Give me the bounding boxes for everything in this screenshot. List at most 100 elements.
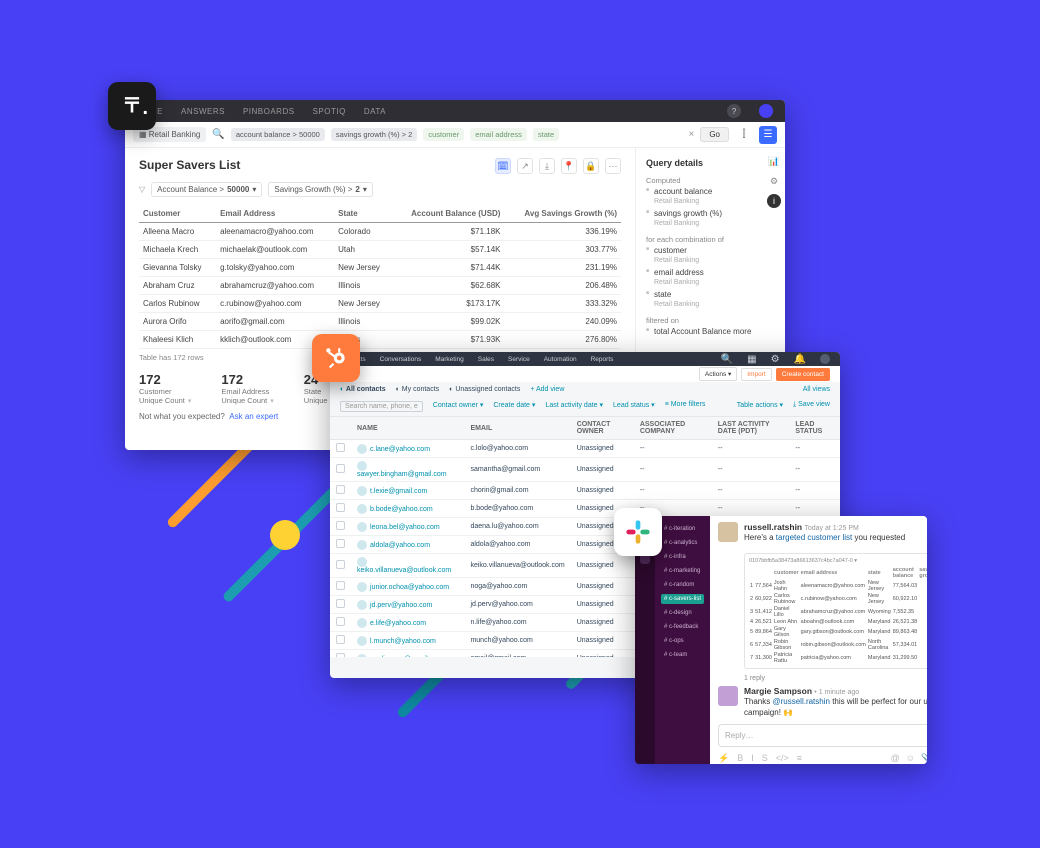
- help-icon[interactable]: ?: [727, 104, 741, 118]
- table-row[interactable]: Abraham Cruzabrahamcruz@yahoo.comIllinoi…: [139, 277, 621, 295]
- contact-name[interactable]: e.life@yahoo.com: [370, 619, 426, 626]
- row-checkbox[interactable]: [336, 653, 345, 657]
- mention[interactable]: @russell.ratshin: [772, 697, 829, 706]
- table-toggle-icon[interactable]: ☰: [759, 126, 777, 144]
- chart-toggle-icon[interactable]: ⫿: [735, 126, 753, 144]
- nav-spotiq[interactable]: SPOTIQ: [313, 107, 346, 116]
- search-icon[interactable]: 🔍: [721, 354, 733, 365]
- row-checkbox[interactable]: [336, 503, 345, 512]
- col-header[interactable]: Email Address: [216, 205, 334, 223]
- row-checkbox[interactable]: [336, 617, 345, 626]
- contact-name[interactable]: b.bode@yahoo.com: [370, 505, 433, 512]
- channel-item[interactable]: # c-random: [661, 580, 704, 590]
- contact-name[interactable]: junior.ochoa@yahoo.com: [370, 583, 449, 590]
- bold-icon[interactable]: B: [737, 753, 743, 764]
- col-header[interactable]: NAME: [351, 417, 464, 440]
- contact-name[interactable]: t.lexie@gmail.com: [370, 487, 427, 494]
- create-contact-button[interactable]: Create contact: [776, 368, 830, 381]
- avatar[interactable]: [718, 522, 738, 542]
- channel-item[interactable]: # c-savers-list: [661, 594, 704, 604]
- channel-item[interactable]: # c-analytics: [661, 538, 704, 548]
- hs-nav[interactable]: Service: [508, 356, 530, 363]
- row-checkbox[interactable]: [336, 599, 345, 608]
- table-row[interactable]: Aurora Orifoaorifo@gmail.comIllinois$99.…: [139, 313, 621, 331]
- row-checkbox[interactable]: [336, 560, 345, 569]
- search-token[interactable]: email address: [470, 128, 527, 141]
- table-row[interactable]: Gievanna Tolskyg.tolsky@yahoo.comNew Jer…: [139, 259, 621, 277]
- thread-count[interactable]: 1 reply: [744, 675, 927, 682]
- table-row[interactable]: c.lane@yahoo.comc.lolo@yahoo.comUnassign…: [330, 440, 840, 458]
- mention-icon[interactable]: @: [891, 753, 900, 764]
- table-row[interactable]: Michaela Krechmichaelak@outlook.comUtah$…: [139, 241, 621, 259]
- channel-item[interactable]: # c-marketing: [661, 566, 704, 576]
- chart-icon[interactable]: 📊: [767, 154, 781, 168]
- all-views-link[interactable]: All views: [803, 386, 830, 393]
- gear-icon[interactable]: ⚙: [767, 174, 781, 188]
- hs-nav[interactable]: Reports: [591, 356, 614, 363]
- list-icon[interactable]: ≡: [797, 753, 802, 764]
- settings-icon[interactable]: ⚙: [771, 354, 780, 365]
- emoji-icon[interactable]: ☺: [906, 753, 915, 764]
- ask-expert-link[interactable]: Ask an expert: [229, 412, 278, 421]
- col-header[interactable]: EMAIL: [464, 417, 570, 440]
- col-header[interactable]: Account Balance (USD): [392, 205, 505, 223]
- import-button[interactable]: Import: [741, 368, 771, 381]
- more-icon[interactable]: ⋯: [605, 158, 621, 174]
- col-header[interactable]: CONTACT OWNER: [571, 417, 634, 440]
- tab-unassigned[interactable]: ◐ Unassigned contacts: [449, 386, 520, 393]
- table-row[interactable]: Alleena Macroaleenamacro@yahoo.comColora…: [139, 223, 621, 241]
- pin-icon[interactable]: 📍: [561, 158, 577, 174]
- filter-chip[interactable]: Account Balance > 50000 ▾: [151, 182, 262, 197]
- table-row[interactable]: Carlos Rubinowc.rubinow@yahoo.comNew Jer…: [139, 295, 621, 313]
- filter-contact-owner[interactable]: Contact owner ▾: [433, 401, 484, 412]
- search-token[interactable]: state: [533, 128, 559, 141]
- funnel-icon[interactable]: ▽: [139, 185, 145, 194]
- row-checkbox[interactable]: [336, 581, 345, 590]
- contact-name[interactable]: sawyer.bingham@gmail.com: [357, 471, 447, 478]
- info-icon[interactable]: i: [767, 194, 781, 208]
- col-header[interactable]: [330, 417, 351, 440]
- clear-search-icon[interactable]: ×: [688, 129, 694, 140]
- actions-button[interactable]: Actions ▾: [699, 367, 737, 381]
- stat-card[interactable]: 172Email AddressUnique Count▾: [221, 372, 273, 406]
- embedded-table[interactable]: 0107bbfb5a38473a86613637c4bc7a047-0 ▾ cu…: [744, 553, 927, 669]
- tab-all-contacts[interactable]: ◐ All contacts: [340, 386, 386, 393]
- col-header[interactable]: State: [334, 205, 392, 223]
- more-filters[interactable]: ≡ More filters: [665, 401, 706, 412]
- go-button[interactable]: Go: [700, 127, 729, 142]
- channel-item[interactable]: # c-team: [661, 650, 704, 660]
- customer-list-link[interactable]: targeted customer list: [776, 533, 852, 542]
- col-header[interactable]: LAST ACTIVITY DATE (PDT): [712, 417, 790, 440]
- col-header[interactable]: Customer: [139, 205, 216, 223]
- stat-card[interactable]: 172CustomerUnique Count▾: [139, 372, 191, 406]
- nav-data[interactable]: DATA: [364, 107, 386, 116]
- row-checkbox[interactable]: [336, 521, 345, 530]
- search-token[interactable]: customer: [423, 128, 464, 141]
- contact-name[interactable]: appling.mz@gmail.com: [370, 655, 443, 657]
- nav-answers[interactable]: ANSWERS: [181, 107, 225, 116]
- row-checkbox[interactable]: [336, 635, 345, 644]
- contact-name[interactable]: l.munch@yahoo.com: [370, 637, 436, 644]
- row-checkbox[interactable]: [336, 464, 345, 473]
- filter-last-activity[interactable]: Last activity date ▾: [545, 401, 603, 412]
- table-actions[interactable]: Table actions ▾: [737, 401, 783, 412]
- download-icon[interactable]: ⤓: [539, 158, 555, 174]
- contact-name[interactable]: jd.perv@yahoo.com: [370, 601, 432, 608]
- reply-input[interactable]: Reply…: [718, 724, 927, 747]
- channel-item[interactable]: # c-infra: [661, 552, 704, 562]
- code-icon[interactable]: </>: [776, 753, 789, 764]
- attach-icon[interactable]: 📎: [921, 753, 927, 764]
- lock-icon[interactable]: 🔒: [583, 158, 599, 174]
- channel-item[interactable]: # c-ops: [661, 636, 704, 646]
- contact-name[interactable]: keiko.villanueva@outlook.com: [357, 567, 451, 574]
- search-token[interactable]: account balance > 50000: [231, 128, 325, 141]
- filter-create-date[interactable]: Create date ▾: [493, 401, 535, 412]
- channel-item[interactable]: # c-design: [661, 608, 704, 618]
- contact-name[interactable]: leona.bel@yahoo.com: [370, 523, 440, 530]
- row-checkbox[interactable]: [336, 539, 345, 548]
- col-header[interactable]: LEAD STATUS: [789, 417, 840, 440]
- nav-pinboards[interactable]: PINBOARDS: [243, 107, 295, 116]
- row-checkbox[interactable]: [336, 485, 345, 494]
- contact-name[interactable]: c.lane@yahoo.com: [370, 445, 430, 452]
- filter-lead-status[interactable]: Lead status ▾: [613, 401, 655, 412]
